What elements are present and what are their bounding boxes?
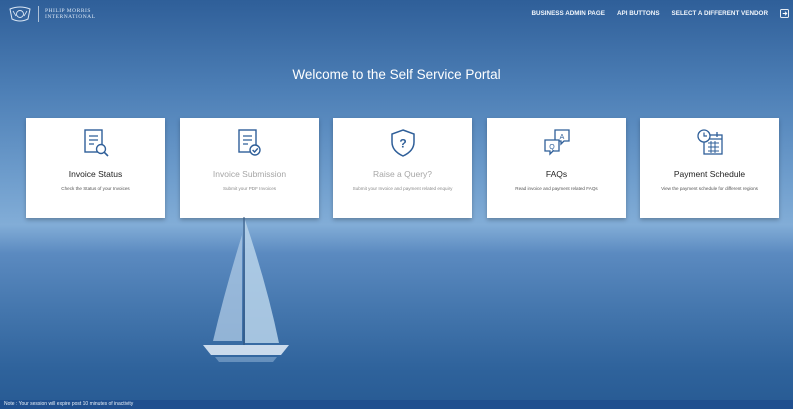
svg-text:A: A [559, 134, 564, 141]
logo-line-2: INTERNATIONAL [45, 14, 96, 20]
card-title: Invoice Submission [212, 169, 287, 179]
calendar-clock-icon [696, 129, 723, 155]
card-description: Submit your Invoice and payment related … [352, 186, 453, 191]
company-logo[interactable]: PHILIP MORRIS INTERNATIONAL [8, 5, 96, 23]
session-footer: Note : Your session will expire post 10 … [0, 400, 793, 409]
svg-text:Q: Q [549, 144, 555, 151]
payment-schedule-card[interactable]: Payment Schedule View the payment schedu… [640, 118, 779, 218]
card-description: Read invoice and payment related FAQs [515, 186, 598, 191]
service-cards: Invoice Status Check the Status of your … [26, 118, 780, 218]
logo-divider [38, 6, 39, 22]
card-title: Invoice Status [68, 169, 123, 179]
sailboat-background-image [203, 217, 289, 362]
page-title: Welcome to the Self Service Portal [292, 67, 501, 82]
invoice-status-card[interactable]: Invoice Status Check the Status of your … [26, 118, 165, 218]
crest-icon [9, 6, 31, 22]
card-description: View the payment schedule for different … [661, 186, 758, 191]
logo-wordmark: PHILIP MORRIS INTERNATIONAL [45, 8, 96, 20]
shield-question-icon: ? [390, 129, 415, 157]
raise-query-card[interactable]: ? Raise a Query? Submit your Invoice and… [333, 118, 472, 218]
qa-chat-icon: A Q [543, 129, 570, 156]
top-header: PHILIP MORRIS INTERNATIONAL BUSINESS ADM… [0, 0, 793, 28]
business-admin-link[interactable]: BUSINESS ADMIN PAGE [531, 10, 604, 17]
invoice-search-icon [83, 129, 109, 157]
api-buttons-link[interactable]: API BUTTONS [617, 10, 660, 17]
card-title: FAQs [545, 169, 568, 179]
svg-text:?: ? [399, 137, 406, 151]
select-vendor-link[interactable]: SELECT A DIFFERENT VENDOR [672, 10, 768, 17]
card-title: Raise a Query? [372, 169, 433, 179]
invoice-submission-card[interactable]: Invoice Submission Submit your PDF Invoi… [180, 118, 319, 218]
session-note: Note : Your session will expire post 10 … [4, 401, 134, 407]
logout-icon[interactable] [780, 9, 789, 18]
card-title: Payment Schedule [673, 169, 746, 179]
faqs-card[interactable]: A Q FAQs Read invoice and payment relate… [487, 118, 626, 218]
top-nav: BUSINESS ADMIN PAGE API BUTTONS SELECT A… [519, 9, 789, 18]
card-description: Check the Status of your Invoices [61, 186, 130, 191]
card-description: Submit your PDF Invoices [222, 186, 277, 191]
invoice-check-icon [237, 129, 261, 156]
